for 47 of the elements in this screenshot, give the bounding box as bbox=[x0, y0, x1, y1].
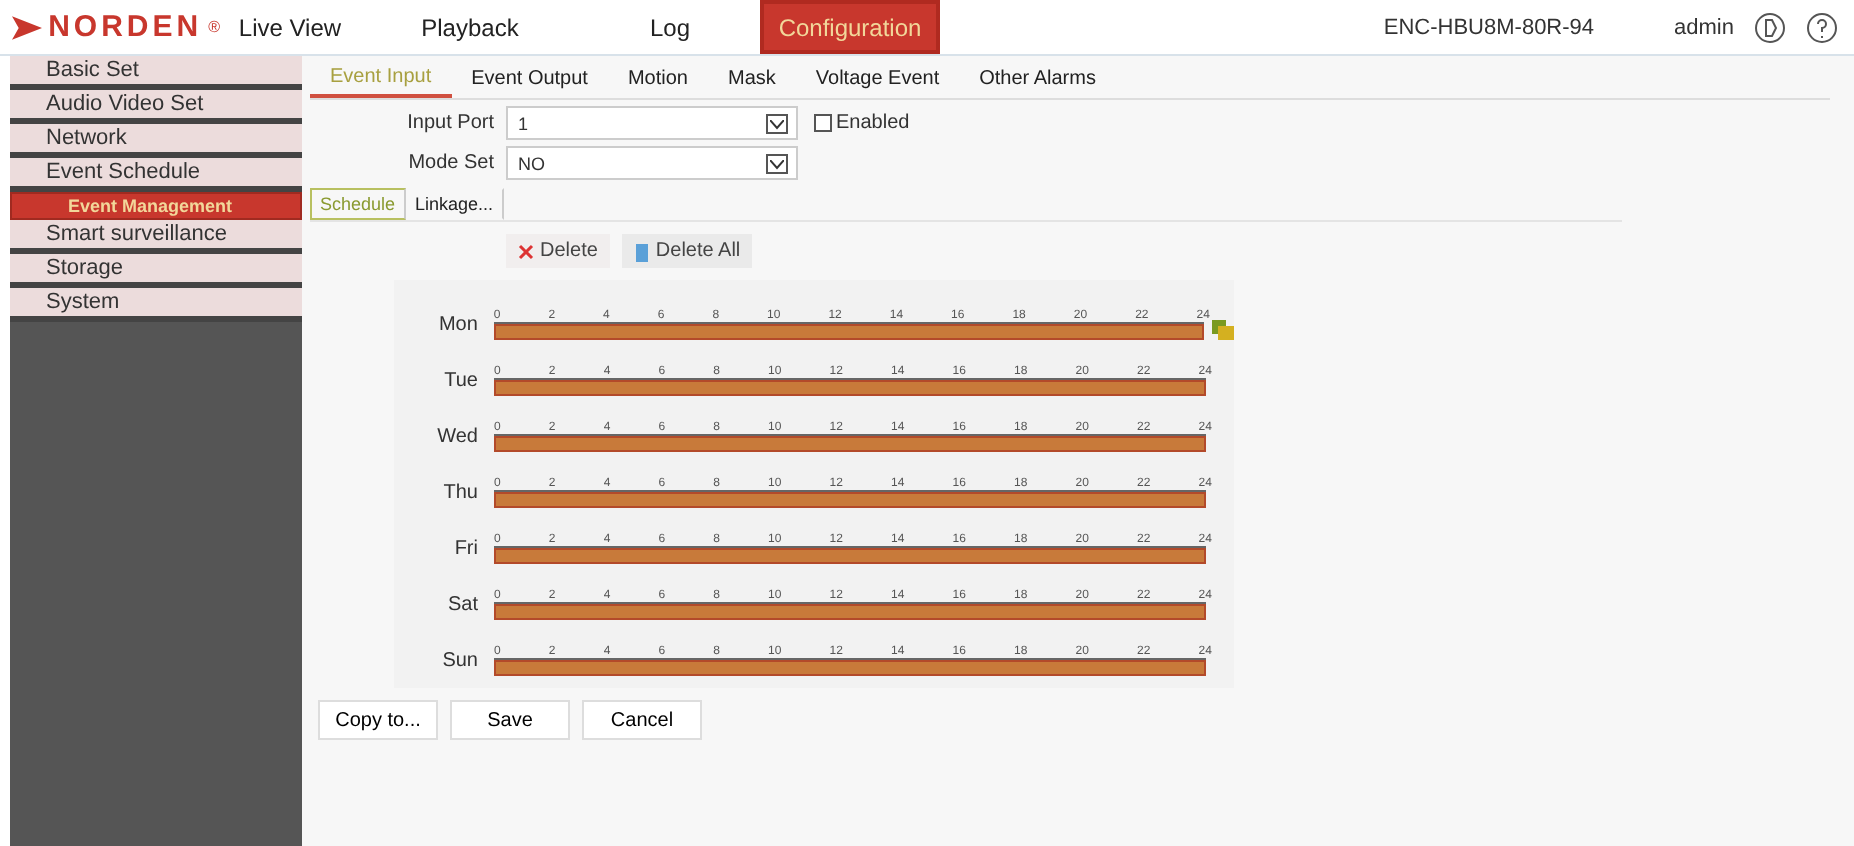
field-label: Input Port bbox=[405, 112, 494, 134]
field-label: Mode Set bbox=[406, 152, 494, 174]
day-label: Sun bbox=[440, 650, 480, 676]
day-label: Wed bbox=[435, 426, 480, 452]
sidebar-item[interactable]: Audio Video Set bbox=[10, 90, 302, 124]
nav-tab[interactable]: Playback bbox=[360, 0, 580, 54]
device-name: ENC-HBU8M-80R-94 bbox=[1383, 15, 1595, 39]
delete-all-button[interactable]: Delete All bbox=[621, 234, 753, 268]
day-label: Thu bbox=[441, 482, 480, 508]
tab[interactable]: Voltage Event bbox=[795, 60, 960, 98]
trash-icon bbox=[633, 241, 650, 261]
copy-icon[interactable] bbox=[1212, 320, 1234, 340]
mode-set-select[interactable]: NO bbox=[506, 146, 798, 180]
nav-tab[interactable]: Log bbox=[580, 0, 760, 54]
help-icon[interactable] bbox=[1806, 11, 1838, 43]
caret-icon bbox=[766, 154, 788, 174]
arrow-logo-icon bbox=[12, 13, 43, 41]
sidebar-item[interactable]: Network bbox=[10, 124, 302, 158]
brand-logo: NORDEN bbox=[48, 10, 203, 44]
action-button[interactable]: Save bbox=[450, 700, 570, 740]
sidebar-subitem[interactable]: Event Management bbox=[10, 192, 302, 220]
day-label: Mon bbox=[436, 314, 480, 340]
sidebar-item[interactable]: Storage bbox=[10, 254, 302, 288]
tab[interactable]: Motion bbox=[607, 60, 708, 98]
delete-button[interactable]: Delete bbox=[506, 234, 610, 268]
sidebar-item[interactable]: Smart surveillance bbox=[10, 220, 302, 254]
tab[interactable]: Mask bbox=[707, 60, 796, 98]
input-port-select[interactable]: 1 bbox=[506, 106, 798, 140]
action-button[interactable]: Cancel bbox=[582, 700, 702, 740]
nav-tab[interactable]: Configuration bbox=[760, 0, 940, 54]
close-icon bbox=[518, 243, 534, 259]
caret-icon bbox=[766, 114, 788, 134]
day-label: Tue bbox=[442, 370, 480, 396]
day-label: Fri bbox=[452, 538, 480, 564]
day-label: Sat bbox=[445, 594, 480, 620]
sidebar-item[interactable]: Basic Set bbox=[10, 56, 302, 90]
action-button[interactable]: Copy to... bbox=[318, 700, 438, 740]
sub-tab[interactable]: Linkage... bbox=[405, 188, 504, 220]
tab[interactable]: Event Output bbox=[451, 60, 608, 98]
registered-mark: ® bbox=[208, 18, 220, 36]
user-name: admin bbox=[1674, 15, 1734, 39]
logout-icon[interactable] bbox=[1754, 11, 1786, 43]
tab[interactable]: Other Alarms bbox=[959, 60, 1116, 98]
sidebar-item[interactable]: System bbox=[10, 288, 302, 322]
nav-tab[interactable]: Live View bbox=[220, 0, 360, 54]
sidebar-item[interactable]: Event Schedule bbox=[10, 158, 302, 192]
enabled-checkbox[interactable]: Enabled bbox=[814, 112, 910, 134]
